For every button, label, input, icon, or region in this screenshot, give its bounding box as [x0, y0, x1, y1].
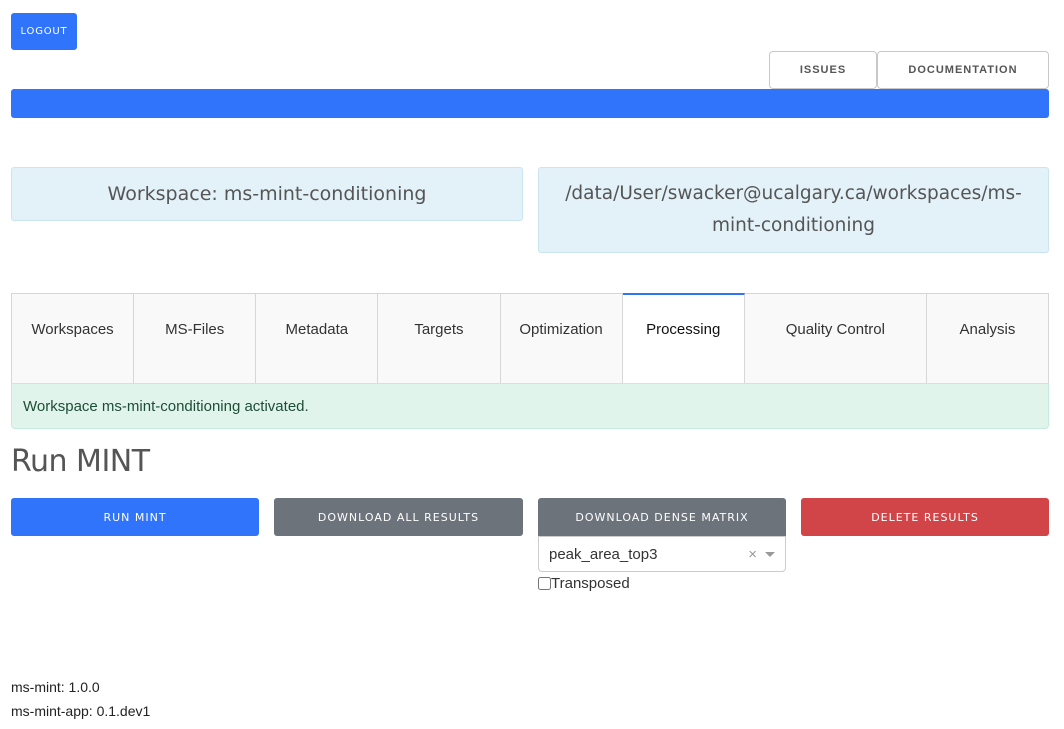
tab-optimization[interactable]: Optimization	[500, 294, 623, 383]
matrix-metric-select[interactable]: peak_area_top3 ×	[538, 536, 786, 572]
page-title: Run MINT	[11, 444, 150, 479]
download-dense-matrix-button[interactable]: DOWNLOAD DENSE MATRIX	[538, 498, 786, 536]
tab-processing[interactable]: Processing	[622, 293, 745, 383]
tab-targets[interactable]: Targets	[378, 294, 501, 383]
matrix-metric-value: peak_area_top3	[549, 545, 658, 563]
tab-analysis[interactable]: Analysis	[926, 294, 1048, 383]
delete-results-button[interactable]: DELETE RESULTS	[801, 498, 1049, 536]
tab-metadata[interactable]: Metadata	[256, 294, 379, 383]
logout-button[interactable]: LOGOUT	[11, 13, 77, 50]
workspace-path-text: /data/User/swacker@ucalgary.ca/workspace…	[565, 183, 1022, 236]
status-alert: Workspace ms-mint-conditioning activated…	[11, 383, 1049, 429]
main-tabs: Workspaces MS-Files Metadata Targets Opt…	[11, 293, 1049, 383]
issues-button[interactable]: ISSUES	[769, 51, 877, 89]
workspace-name-box: Workspace: ms-mint-conditioning	[11, 167, 523, 221]
tab-quality-control[interactable]: Quality Control	[744, 294, 927, 383]
transposed-label: Transposed	[551, 575, 630, 592]
workspace-name-text: Workspace: ms-mint-conditioning	[107, 183, 427, 205]
chevron-down-icon[interactable]	[765, 551, 775, 557]
workspace-path-box: /data/User/swacker@ucalgary.ca/workspace…	[538, 167, 1049, 253]
transposed-checkbox[interactable]	[538, 577, 551, 590]
tab-ms-files[interactable]: MS-Files	[134, 294, 257, 383]
clear-icon[interactable]: ×	[748, 546, 757, 563]
run-mint-button[interactable]: RUN MINT	[11, 498, 259, 536]
tab-workspaces[interactable]: Workspaces	[12, 294, 135, 383]
alert-message: Workspace ms-mint-conditioning activated…	[23, 397, 309, 415]
transposed-option[interactable]: Transposed	[538, 575, 630, 592]
header-progress-bar	[11, 89, 1049, 118]
download-all-results-button[interactable]: DOWNLOAD ALL RESULTS	[274, 498, 523, 536]
ms-mint-version: ms-mint: 1.0.0	[11, 679, 100, 695]
documentation-button[interactable]: DOCUMENTATION	[877, 51, 1049, 89]
ms-mint-app-version: ms-mint-app: 0.1.dev1	[11, 703, 151, 719]
